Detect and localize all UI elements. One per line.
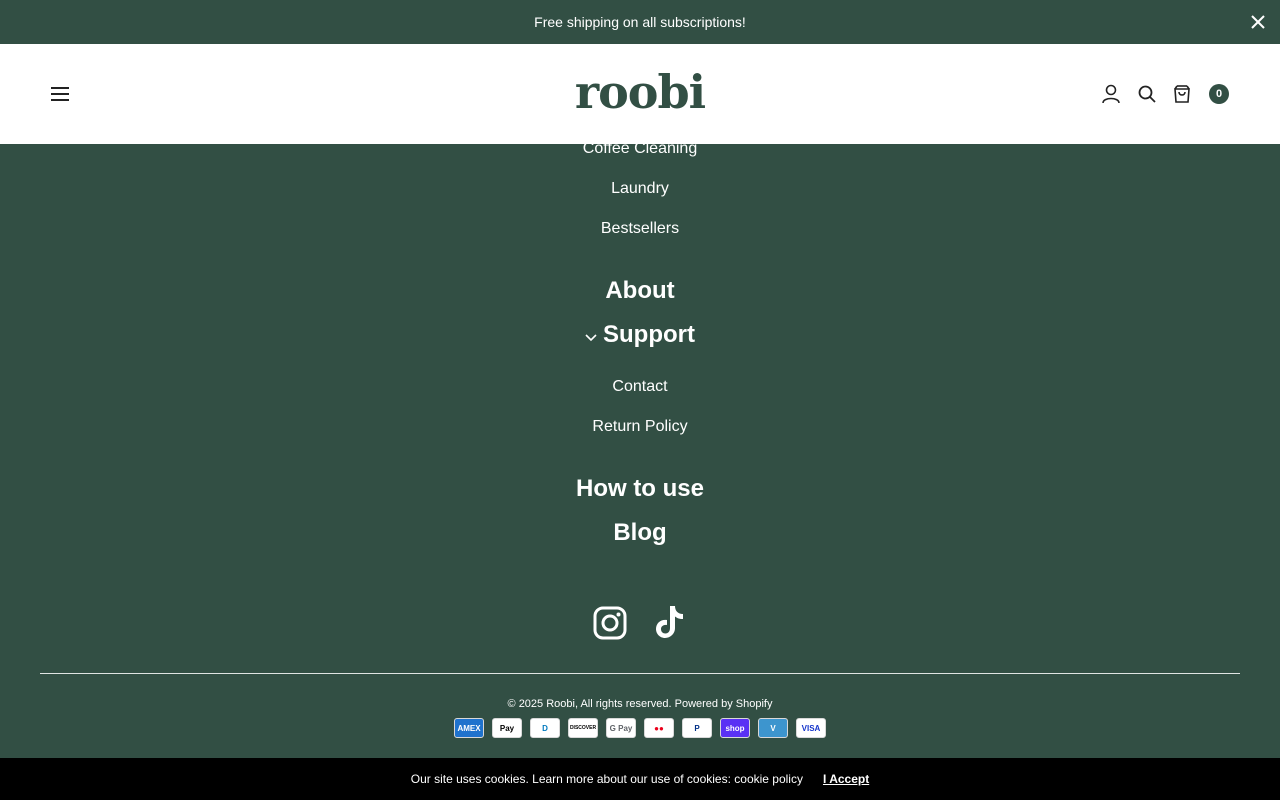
payment-card-icon: VISA — [796, 718, 826, 738]
instagram-icon[interactable] — [593, 604, 627, 640]
payment-card-icon: ●● — [644, 718, 674, 738]
announcement-text: Free shipping on all subscriptions! — [534, 14, 746, 30]
payment-card-icon: DISCOVER — [568, 718, 598, 738]
menu-toggle-support[interactable]: Support — [0, 321, 1280, 349]
menu-link-return-policy[interactable]: Return Policy — [0, 418, 1280, 436]
payment-card-icon: D — [530, 718, 560, 738]
site-logo[interactable]: roobi — [540, 62, 740, 122]
footer-divider — [40, 673, 1240, 674]
chevron-down-icon — [585, 321, 597, 349]
announcement-bar: Free shipping on all subscriptions! — [0, 0, 1280, 44]
payment-card-icon: G Pay — [606, 718, 636, 738]
cart-count-badge[interactable]: 0 — [1209, 84, 1229, 104]
social-links — [0, 604, 1280, 640]
cookie-accept-button[interactable]: I Accept — [823, 772, 869, 786]
payment-card-icon: P — [682, 718, 712, 738]
search-icon[interactable] — [1136, 83, 1158, 105]
menu-link-contact[interactable]: Contact — [0, 378, 1280, 396]
site-header: roobi 0 — [0, 44, 1280, 144]
support-label: Support — [603, 321, 695, 348]
menu-link-laundry[interactable]: Laundry — [0, 180, 1280, 198]
payment-icons: AMEX Pay D DISCOVER G Pay ●● Pshop V VISA — [0, 718, 1280, 738]
account-icon[interactable] — [1100, 83, 1122, 105]
close-icon[interactable] — [1248, 12, 1268, 32]
payment-card-icon: shop — [720, 718, 750, 738]
copyright-text: © 2025 Roobi, All rights reserved. Power… — [507, 698, 773, 710]
menu-link-about[interactable]: About — [0, 277, 1280, 305]
payment-card-icon: Pay — [492, 718, 522, 738]
cookie-text: Our site uses cookies. Learn more about … — [410, 772, 803, 786]
menu-link-blog[interactable]: Blog — [0, 519, 1280, 547]
menu-link-bestsellers[interactable]: Bestsellers — [0, 220, 1280, 238]
hamburger-menu-icon[interactable] — [48, 82, 72, 106]
menu-link-how-to-use[interactable]: How to use — [0, 475, 1280, 503]
menu-link-coffee-cleaning[interactable]: Coffee Cleaning — [0, 140, 1280, 158]
payment-card-icon: V — [758, 718, 788, 738]
payment-card-icon: AMEX — [454, 718, 484, 738]
tiktok-icon[interactable] — [653, 604, 687, 640]
cart-icon[interactable] — [1171, 83, 1193, 105]
cookie-banner: Our site uses cookies. Learn more about … — [0, 758, 1280, 800]
